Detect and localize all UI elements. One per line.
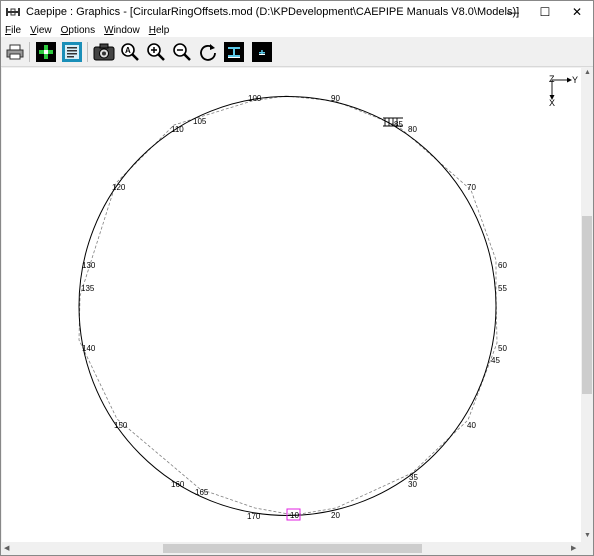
zoom-out-button[interactable] — [171, 41, 193, 63]
render-beam-button[interactable] — [223, 41, 245, 63]
close-button[interactable]: ✕ — [561, 1, 593, 23]
menu-help[interactable]: Help — [149, 25, 170, 36]
node-label: 40 — [467, 421, 476, 430]
offset-outline — [78, 95, 498, 516]
node-label: 170 — [247, 512, 261, 521]
menu-bar: File View Options Window Help — [1, 23, 593, 37]
ring-model-drawing: 90 100 105 110 85 80 70 120 60 130 55 13… — [78, 74, 578, 521]
node-label: 55 — [498, 284, 507, 293]
node-label: 50 — [498, 344, 507, 353]
window-title: Caepipe : Graphics - [CircularRingOffset… — [26, 6, 520, 18]
list-icon — [62, 42, 82, 62]
node-label: 70 — [467, 183, 476, 192]
application-window: Caepipe : Graphics - [CircularRingOffset… — [0, 0, 594, 556]
node-label: 160 — [171, 480, 185, 489]
caepipe-app-icon — [6, 8, 20, 16]
scroll-left-icon[interactable]: ◀ — [4, 544, 9, 552]
node-label[interactable]: 10 — [290, 511, 299, 520]
menu-window[interactable]: Window — [104, 25, 140, 36]
toolbar-separator — [29, 42, 30, 62]
node-label: 105 — [193, 117, 207, 126]
zoom-all-icon: A — [121, 43, 139, 61]
node-label: 85 — [394, 120, 403, 129]
rotate-button[interactable] — [197, 41, 219, 63]
node-label: 135 — [81, 284, 95, 293]
horizontal-scrollbar[interactable]: ◀ ▶ — [2, 542, 581, 555]
zoom-out-icon — [173, 43, 191, 61]
graphics-canvas[interactable]: 90 100 105 110 85 80 70 120 60 130 55 13… — [2, 68, 581, 542]
node-label: 140 — [82, 344, 96, 353]
node-label: 120 — [112, 183, 126, 192]
node-label: 20 — [331, 511, 340, 520]
node-label: 130 — [82, 261, 96, 270]
menu-file[interactable]: File — [5, 25, 21, 36]
axis-x-label: X — [549, 98, 555, 108]
toolbar: A — [1, 37, 593, 67]
menu-options[interactable]: Options — [61, 25, 95, 36]
scroll-up-icon[interactable]: ▲ — [584, 69, 591, 76]
scroll-right-icon[interactable]: ▶ — [571, 544, 576, 552]
zoom-in-button[interactable] — [145, 41, 167, 63]
maximize-button[interactable]: ☐ — [529, 1, 561, 23]
menu-view[interactable]: View — [30, 25, 52, 36]
render-small-button[interactable] — [251, 41, 273, 63]
print-button[interactable] — [4, 41, 26, 63]
node-label: 165 — [195, 488, 209, 497]
toolbar-separator — [87, 42, 88, 62]
camera-button[interactable] — [93, 41, 115, 63]
list-button[interactable] — [61, 41, 83, 63]
node-label: 30 — [408, 480, 417, 489]
print-icon — [6, 44, 24, 60]
node-label: 80 — [408, 125, 417, 134]
node-label: 150 — [114, 421, 128, 430]
node-label: 60 — [498, 261, 507, 270]
title-bar: Caepipe : Graphics - [CircularRingOffset… — [1, 1, 593, 23]
node-label: 100 — [248, 94, 262, 103]
node-label: 45 — [491, 356, 500, 365]
vertical-scrollbar[interactable]: ▲ ▼ — [581, 68, 593, 542]
node-label: 90 — [331, 94, 340, 103]
camera-icon — [93, 43, 115, 61]
axis-z-label: Z — [549, 74, 555, 84]
plot-model-icon — [36, 42, 56, 62]
horizontal-scroll-thumb[interactable] — [163, 544, 422, 553]
node-label: 110 — [171, 125, 184, 134]
axis-y-label: Y — [572, 75, 578, 85]
plot-model-button[interactable] — [35, 41, 57, 63]
render-beam-icon — [224, 42, 244, 62]
scroll-down-icon[interactable]: ▼ — [584, 532, 591, 539]
zoom-all-button[interactable]: A — [119, 41, 141, 63]
svg-text:A: A — [125, 46, 131, 55]
rotate-icon — [200, 44, 216, 61]
vertical-scroll-thumb[interactable] — [582, 216, 592, 394]
render-small-icon — [252, 42, 272, 62]
minimize-button[interactable]: — — [497, 1, 529, 23]
zoom-in-icon — [147, 43, 165, 61]
